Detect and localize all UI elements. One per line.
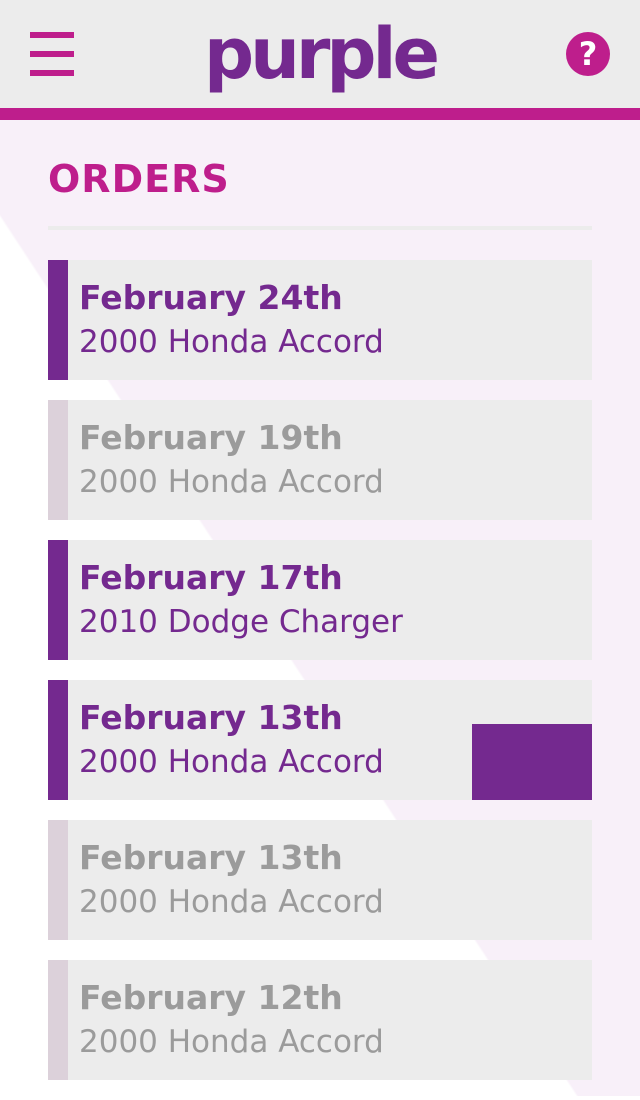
order-vehicle: 2000 Honda Accord [79, 324, 384, 360]
order-status-bar [48, 960, 68, 1080]
app-header: purple ? [0, 0, 640, 108]
order-date: February 13th [79, 838, 343, 877]
order-item[interactable]: February 19th 2000 Honda Accord [48, 400, 592, 520]
order-item[interactable]: February 12th 2000 Honda Accord [48, 960, 592, 1080]
order-date: February 12th [79, 978, 343, 1017]
order-item[interactable]: February 13th 2000 Honda Accord [48, 820, 592, 940]
order-status-bar [48, 400, 68, 520]
order-date: February 13th [79, 698, 343, 737]
order-vehicle: 2000 Honda Accord [79, 464, 384, 500]
order-item[interactable]: February 24th 2000 Honda Accord [48, 260, 592, 380]
app-logo: purple [203, 13, 440, 95]
order-vehicle: 2010 Dodge Charger [79, 604, 403, 640]
order-status-bar [48, 820, 68, 940]
title-divider [48, 226, 592, 230]
order-vehicle: 2000 Honda Accord [79, 1024, 384, 1060]
page-title: ORDERS [48, 157, 230, 201]
order-action-button[interactable] [472, 724, 592, 800]
order-vehicle: 2000 Honda Accord [79, 884, 384, 920]
help-icon[interactable]: ? [566, 32, 610, 76]
order-status-bar [48, 260, 68, 380]
order-vehicle: 2000 Honda Accord [79, 744, 384, 780]
orders-list: February 24th 2000 Honda Accord February… [48, 260, 592, 1100]
order-date: February 19th [79, 418, 343, 457]
order-date: February 17th [79, 558, 343, 597]
order-item[interactable]: February 13th 2000 Honda Accord [48, 680, 592, 800]
order-status-bar [48, 680, 68, 800]
order-item[interactable]: February 17th 2010 Dodge Charger [48, 540, 592, 660]
header-divider [0, 108, 640, 120]
order-date: February 24th [79, 278, 343, 317]
order-status-bar [48, 540, 68, 660]
